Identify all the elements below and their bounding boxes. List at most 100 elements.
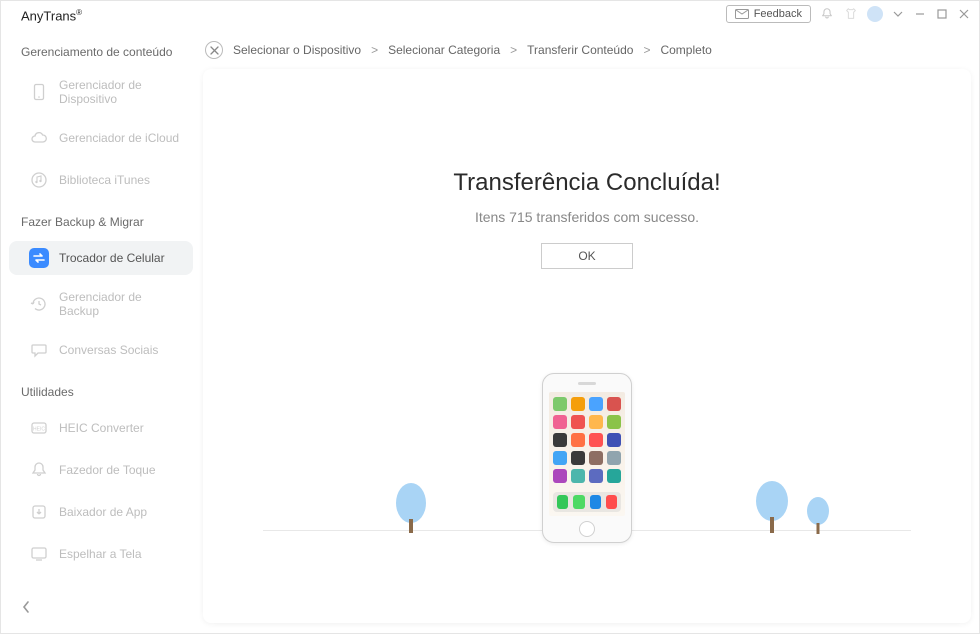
app-row — [553, 397, 621, 411]
app-brand: AnyTrans® — [11, 8, 82, 23]
tree-right-large-illustration — [753, 479, 791, 537]
sidebar-section-backup: Fazer Backup & Migrar — [1, 209, 201, 237]
sidebar-collapse-button[interactable] — [21, 600, 31, 619]
titlebar: AnyTrans® Feedback — [1, 1, 979, 31]
sidebar-item-label: Gerenciador de iCloud — [59, 131, 179, 145]
app-icon — [589, 469, 603, 483]
phone-illustration — [542, 373, 632, 543]
phone-home-button — [579, 521, 595, 537]
sidebar-item-label: Espelhar a Tela — [59, 547, 142, 561]
app-icon — [589, 433, 603, 447]
sidebar-item-label: Trocador de Celular — [59, 251, 165, 265]
sidebar-item-label: Conversas Sociais — [59, 343, 158, 357]
avatar-icon[interactable] — [867, 6, 883, 22]
app-icon — [590, 495, 601, 509]
chevron-right-icon: > — [643, 43, 650, 57]
app-icon — [607, 433, 621, 447]
chevron-left-icon — [21, 600, 31, 614]
app-icon — [571, 451, 585, 465]
sidebar-item-screen-mirror[interactable]: Espelhar a Tela — [9, 537, 193, 571]
phone-outline-icon — [29, 82, 49, 102]
app-icon — [553, 469, 567, 483]
app-icon — [571, 469, 585, 483]
heic-badge-icon: HEIC — [29, 418, 49, 438]
window-close-icon[interactable] — [957, 7, 971, 21]
app-icon — [553, 433, 567, 447]
breadcrumb-step-2[interactable]: Selecionar Categoria — [388, 43, 500, 57]
tree-left-illustration — [393, 481, 429, 537]
app-icon — [606, 495, 617, 509]
svg-text:HEIC: HEIC — [33, 427, 45, 433]
app-window: AnyTrans® Feedback Gerenciamento de cont… — [0, 0, 980, 634]
cloud-icon — [29, 128, 49, 148]
window-maximize-icon[interactable] — [935, 7, 949, 21]
sidebar-item-ringtone-maker[interactable]: Fazedor de Toque — [9, 453, 193, 487]
phone-speaker — [578, 382, 596, 385]
breadcrumb-step-1[interactable]: Selecionar o Dispositivo — [233, 43, 361, 57]
window-minimize-icon[interactable] — [913, 7, 927, 21]
app-icon — [557, 495, 568, 509]
main: Selecionar o Dispositivo > Selecionar Ca… — [201, 31, 979, 633]
chevron-right-icon: > — [510, 43, 517, 57]
sidebar-section-util: Utilidades — [1, 379, 201, 407]
phone-screen — [549, 392, 625, 516]
switch-arrows-icon — [29, 248, 49, 268]
sidebar-item-app-downloader[interactable]: Baixador de App — [9, 495, 193, 529]
breadcrumb-close-button[interactable] — [205, 41, 223, 59]
ok-button[interactable]: OK — [541, 243, 633, 269]
sidebar-item-backup-manager[interactable]: Gerenciador de Backup — [9, 283, 193, 325]
app-icon — [553, 415, 567, 429]
illustration — [203, 353, 971, 553]
tshirt-icon[interactable] — [843, 6, 859, 22]
app-icon — [607, 469, 621, 483]
sidebar-item-label: Fazedor de Toque — [59, 463, 156, 477]
app-icon — [571, 433, 585, 447]
feedback-button[interactable]: Feedback — [726, 5, 811, 23]
window-dropdown-icon[interactable] — [891, 7, 905, 21]
result-title: Transferência Concluída! — [203, 169, 971, 197]
titlebar-right: Feedback — [726, 5, 971, 23]
notification-bell-icon[interactable] — [819, 6, 835, 22]
body: Gerenciamento de conteúdo Gerenciador de… — [1, 31, 979, 633]
phone-dock — [553, 492, 621, 512]
breadcrumb-step-4[interactable]: Completo — [660, 43, 711, 57]
breadcrumb: Selecionar o Dispositivo > Selecionar Ca… — [201, 31, 973, 69]
app-icon — [571, 397, 585, 411]
app-icon — [571, 415, 585, 429]
app-icon — [589, 451, 603, 465]
content-card: Transferência Concluída! Itens 715 trans… — [203, 69, 971, 623]
app-row — [553, 469, 621, 483]
feedback-label: Feedback — [754, 8, 802, 20]
chevron-right-icon: > — [371, 43, 378, 57]
app-row — [553, 433, 621, 447]
sidebar-item-phone-switcher[interactable]: Trocador de Celular — [9, 241, 193, 275]
screen-mirror-icon — [29, 544, 49, 564]
close-icon — [210, 46, 219, 55]
history-icon — [29, 294, 49, 314]
breadcrumb-step-3[interactable]: Transferir Conteúdo — [527, 43, 633, 57]
tree-right-small-illustration — [805, 495, 831, 537]
result-subtitle: Itens 715 transferidos com sucesso. — [203, 209, 971, 225]
app-icon — [607, 415, 621, 429]
app-icon — [589, 415, 603, 429]
chat-bubble-icon — [29, 340, 49, 360]
app-row — [553, 415, 621, 429]
app-icon — [607, 397, 621, 411]
sidebar-item-device-manager[interactable]: Gerenciador de Dispositivo — [9, 71, 193, 113]
bell-icon — [29, 460, 49, 480]
sidebar-item-icloud-manager[interactable]: Gerenciador de iCloud — [9, 121, 193, 155]
sidebar-item-label: HEIC Converter — [59, 421, 144, 435]
app-icon — [553, 451, 567, 465]
sidebar-item-social-messages[interactable]: Conversas Sociais — [9, 333, 193, 367]
sidebar-item-label: Gerenciador de Dispositivo — [59, 78, 181, 106]
app-icon — [589, 397, 603, 411]
mail-icon — [735, 9, 749, 19]
music-note-icon — [29, 170, 49, 190]
sidebar: Gerenciamento de conteúdo Gerenciador de… — [1, 31, 201, 633]
sidebar-item-heic-converter[interactable]: HEIC HEIC Converter — [9, 411, 193, 445]
app-icon — [573, 495, 584, 509]
app-icon — [607, 451, 621, 465]
sidebar-item-itunes-library[interactable]: Biblioteca iTunes — [9, 163, 193, 197]
sidebar-item-label: Baixador de App — [59, 505, 147, 519]
sidebar-item-label: Gerenciador de Backup — [59, 290, 181, 318]
